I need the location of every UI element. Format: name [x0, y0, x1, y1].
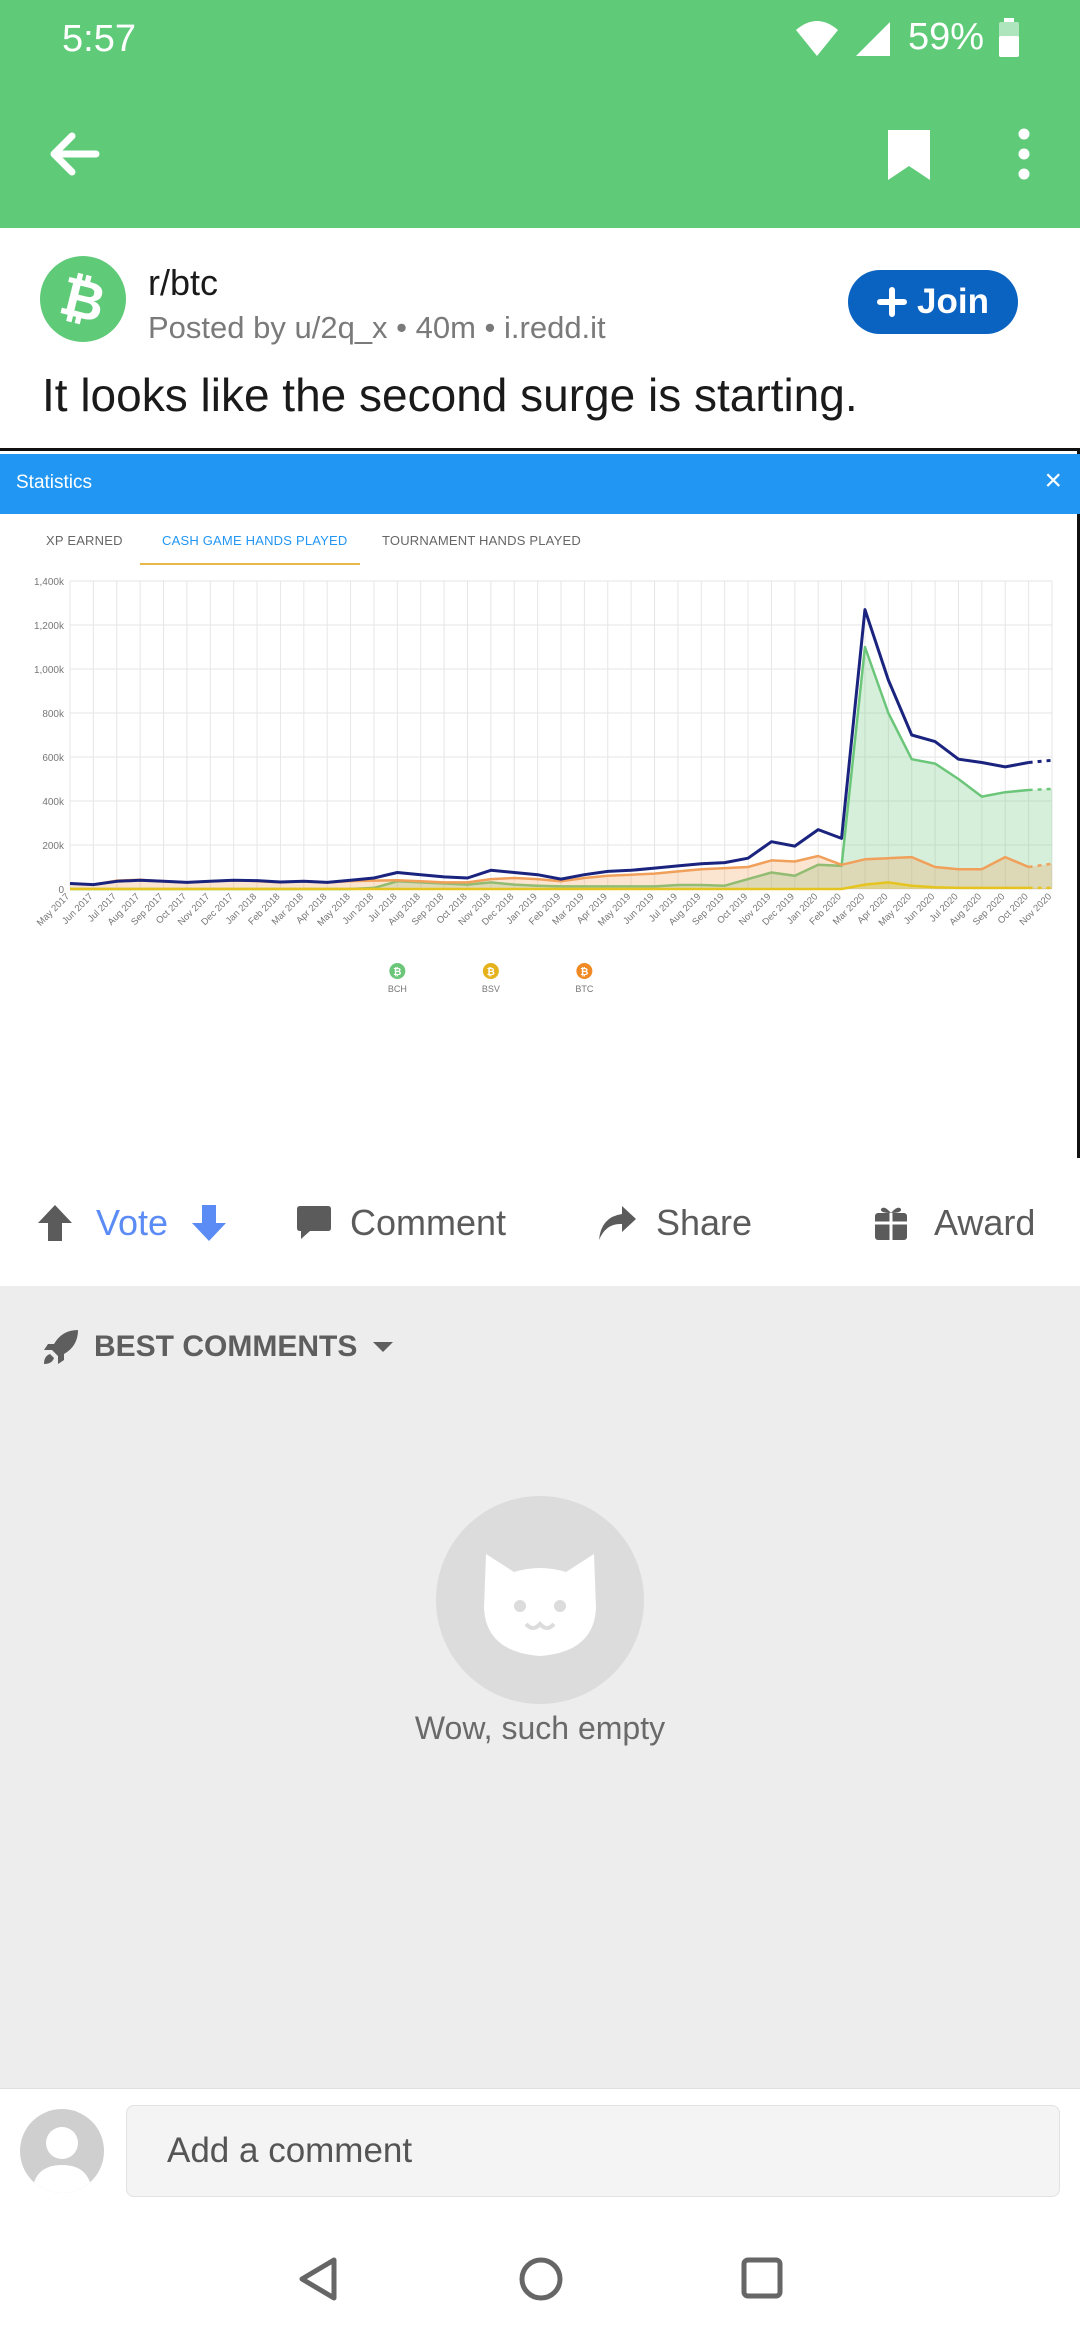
status-icons: 59% — [794, 16, 1020, 59]
subreddit-name[interactable]: r/btc — [148, 262, 218, 304]
svg-text:₿: ₿ — [54, 264, 112, 336]
y-tick-label: 800k — [42, 709, 65, 720]
y-tick-label: 1,200k — [34, 621, 65, 632]
y-tick-label: 200k — [42, 841, 65, 852]
stats-header: Statistics × — [0, 454, 1080, 514]
battery-icon — [999, 17, 1019, 57]
share-button[interactable]: Share — [596, 1202, 752, 1244]
series-line-projection — [1028, 787, 1053, 792]
bookmark-icon[interactable] — [884, 126, 934, 184]
nav-recents-icon[interactable] — [740, 2256, 784, 2300]
status-bar: 5:57 59% — [0, 0, 1080, 80]
marker-label: BSV — [482, 984, 500, 994]
y-tick-label: 400k — [42, 797, 65, 808]
comments-section: BEST COMMENTS Wow, such empty — [0, 1286, 1080, 2088]
bitcoin-icon: ₿ — [54, 264, 112, 336]
empty-state-illustration — [436, 1496, 644, 1704]
gift-icon — [875, 1207, 907, 1240]
comment-sort-dropdown[interactable]: BEST COMMENTS — [42, 1328, 395, 1366]
y-tick-label: 1,400k — [34, 577, 65, 588]
close-icon: × — [1044, 464, 1062, 497]
y-tick-label: 1,000k — [34, 665, 65, 676]
nav-back-icon[interactable] — [296, 2256, 340, 2302]
post-card: ₿ r/btc Posted by u/2q_x • 40m • i.redd.… — [0, 228, 1080, 1286]
join-label: Join — [917, 282, 989, 321]
upvote-arrow-icon[interactable] — [36, 1203, 74, 1243]
post-title[interactable]: It looks like the second surge is starti… — [42, 368, 858, 422]
share-icon — [599, 1206, 636, 1240]
subreddit-avatar[interactable]: ₿ — [40, 256, 126, 342]
comment-icon — [297, 1206, 331, 1239]
post-actions: Vote Comment Share Award — [0, 1158, 1080, 1286]
cat-face-icon — [484, 1554, 596, 1656]
rocket-icon — [44, 1330, 78, 1364]
empty-state-text: Wow, such empty — [414, 1710, 666, 1746]
chevron-down-icon — [373, 1342, 394, 1352]
stats-title: Statistics — [16, 472, 93, 493]
marker-coin-symbol: ₿ — [487, 966, 495, 978]
series-line-projection — [1028, 758, 1053, 764]
share-label: Share — [656, 1202, 753, 1243]
battery-percent: 59% — [907, 16, 984, 58]
user-avatar[interactable] — [20, 2109, 104, 2193]
comment-button[interactable]: Comment — [296, 1202, 506, 1244]
back-arrow-icon[interactable] — [44, 124, 104, 184]
y-tick-label: 600k — [42, 753, 65, 764]
active-tab-indicator — [140, 563, 360, 565]
more-options-icon[interactable] — [1006, 126, 1042, 186]
marker-label: BCH — [388, 984, 407, 994]
person-icon — [32, 2127, 92, 2193]
app-header: 5:57 59% — [0, 0, 1080, 228]
sort-label: BEST COMMENTS — [94, 1330, 358, 1363]
join-button[interactable]: Join — [848, 270, 1018, 334]
signal-icon — [855, 21, 890, 56]
status-time: 5:57 — [62, 18, 136, 60]
nav-home-icon[interactable] — [518, 2256, 564, 2302]
tab-tournament-hands: TOURNAMENT HANDS PLAYED — [382, 533, 581, 548]
award-label: Award — [934, 1202, 1036, 1243]
vote-group: Vote — [36, 1202, 228, 1244]
wifi-icon — [795, 20, 838, 56]
add-comment-input[interactable]: Add a comment — [126, 2105, 1060, 2197]
comment-label: Comment — [350, 1202, 507, 1243]
marker-coin-symbol: ₿ — [393, 966, 401, 978]
vote-label: Vote — [96, 1202, 169, 1243]
system-nav-bar — [0, 2208, 1080, 2340]
post-meta: Posted by u/2q_x • 40m • i.redd.it — [148, 310, 606, 345]
tab-xp-earned: XP EARNED — [46, 533, 123, 548]
comment-composer: Add a comment — [0, 2088, 1080, 2208]
stats-tabs: XP EARNED CASH GAME HANDS PLAYED TOURNAM… — [0, 519, 1080, 569]
marker-coin-symbol: ₿ — [580, 966, 588, 978]
downvote-arrow-icon[interactable] — [190, 1203, 228, 1243]
plus-icon — [877, 287, 908, 317]
post-image[interactable]: Statistics × XP EARNED CASH GAME HANDS P… — [0, 448, 1080, 1158]
tab-cash-game-hands: CASH GAME HANDS PLAYED — [162, 533, 348, 548]
award-button[interactable]: Award — [874, 1202, 1035, 1244]
hands-played-chart: 0200k400k600k800k1,000k1,200k1,400kMay 2… — [34, 577, 1054, 994]
marker-label: BTC — [575, 984, 594, 994]
